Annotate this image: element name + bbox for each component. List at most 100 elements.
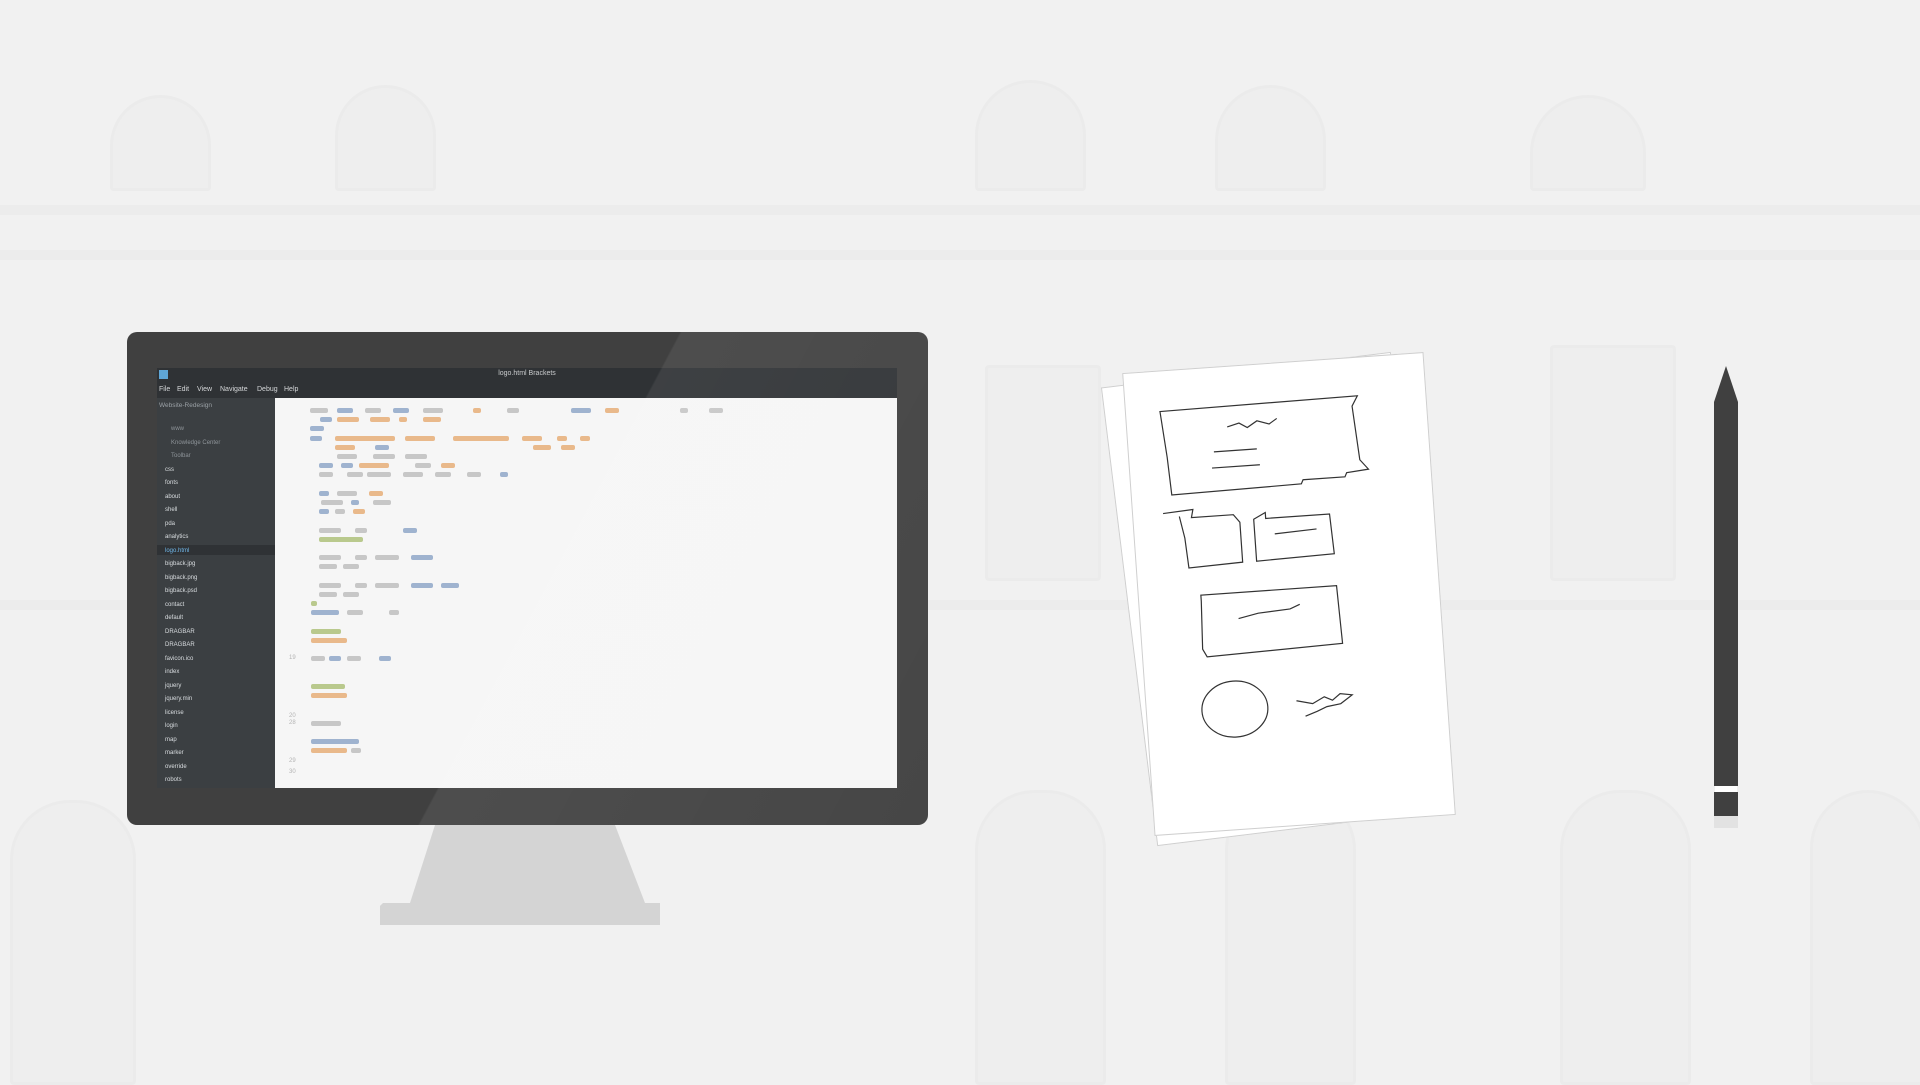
code-token	[311, 601, 317, 607]
file-tree-item[interactable]: pda	[165, 521, 175, 527]
code-token	[375, 444, 389, 450]
code-token	[403, 472, 423, 478]
window-title: logo.html Brackets	[498, 370, 556, 377]
project-title[interactable]: Website-Redesign	[159, 402, 212, 409]
code-token	[311, 638, 347, 643]
code-token	[435, 472, 451, 478]
code-token	[319, 490, 329, 496]
code-token	[311, 628, 341, 634]
code-token	[441, 463, 455, 469]
code-token	[605, 408, 619, 413]
file-tree-item[interactable]: jquery	[165, 683, 181, 689]
line-number: 28	[289, 720, 296, 726]
code-token	[373, 500, 391, 505]
code-token	[310, 426, 324, 432]
code-token	[335, 435, 395, 441]
code-token	[335, 444, 355, 450]
menu-edit[interactable]: Edit	[177, 386, 189, 393]
menu-debug[interactable]: Debug	[257, 386, 278, 393]
file-tree-item[interactable]: marker	[165, 750, 184, 756]
line-number: 20	[289, 713, 296, 719]
code-token	[415, 463, 431, 469]
code-token	[405, 454, 427, 459]
code-token	[319, 527, 341, 533]
file-tree-item[interactable]: default	[165, 615, 183, 621]
file-tree-item[interactable]: override	[165, 764, 187, 770]
code-token	[351, 500, 359, 505]
code-token	[571, 408, 591, 413]
file-tree-item[interactable]: favicon.ico	[165, 656, 193, 662]
code-token	[423, 417, 441, 423]
code-token	[321, 500, 343, 505]
code-token	[320, 417, 332, 423]
code-token	[347, 610, 363, 616]
code-token	[522, 435, 542, 441]
code-token	[335, 509, 345, 515]
file-tree-item[interactable]: Knowledge Center	[171, 440, 220, 446]
code-token	[329, 656, 341, 662]
file-tree-item[interactable]: logo.html	[165, 548, 189, 554]
code-token	[355, 582, 367, 588]
code-token	[343, 564, 359, 570]
code-token	[351, 748, 361, 754]
code-editor-screen: logo.html Brackets File Edit View Naviga…	[157, 368, 897, 788]
file-tree-item[interactable]: DRAGBAR	[165, 642, 195, 648]
code-token	[389, 610, 399, 616]
menu-view[interactable]: View	[197, 386, 212, 393]
file-tree-item[interactable]: robots	[165, 777, 182, 783]
code-token	[403, 527, 417, 533]
code-token	[709, 408, 723, 413]
code-token	[319, 582, 341, 588]
file-tree-item[interactable]: login	[165, 723, 178, 729]
file-tree-item[interactable]: fonts	[165, 480, 178, 486]
file-tree-item[interactable]: contact	[165, 602, 184, 608]
file-tree-item[interactable]: jquery.min	[165, 696, 192, 702]
file-tree-item[interactable]: map	[165, 737, 177, 743]
code-token	[311, 720, 341, 726]
code-token	[533, 444, 551, 450]
code-token	[399, 417, 407, 423]
line-number: 30	[289, 769, 296, 775]
menu-help[interactable]: Help	[284, 386, 298, 393]
code-token	[319, 509, 329, 515]
file-tree-item[interactable]: shell	[165, 507, 177, 513]
code-token	[355, 555, 367, 561]
code-token	[411, 555, 433, 561]
file-tree-sidebar: Website-Redesign www Knowledge Center Tool…	[157, 398, 281, 788]
file-tree-item[interactable]: css	[165, 467, 174, 473]
file-tree-item[interactable]: bigback.png	[165, 575, 197, 581]
menu-file[interactable]: File	[159, 386, 170, 393]
file-tree-item[interactable]: about	[165, 494, 180, 500]
code-token	[411, 582, 433, 588]
code-token	[347, 656, 361, 662]
wireframe-sketch	[1159, 395, 1370, 738]
file-tree-item[interactable]: bigback.psd	[165, 588, 197, 594]
code-token	[500, 472, 508, 478]
file-tree-item[interactable]: analytics	[165, 534, 188, 540]
file-tree-item[interactable]: bigback.jpg	[165, 561, 195, 567]
code-token	[467, 472, 481, 478]
code-token	[375, 582, 399, 588]
code-token	[473, 408, 481, 413]
code-token	[375, 555, 399, 561]
file-tree-item[interactable]: index	[165, 669, 179, 675]
title-bar: logo.html Brackets	[157, 368, 897, 384]
code-token	[319, 592, 337, 597]
code-token	[393, 408, 409, 413]
file-tree-item[interactable]: Toolbar	[171, 453, 191, 459]
file-tree-item[interactable]: DRAGBAR	[165, 629, 195, 635]
code-token	[359, 463, 389, 469]
code-token	[337, 408, 353, 413]
file-tree-item[interactable]: license	[165, 710, 184, 716]
code-editor-pane[interactable]: 192028293040	[275, 398, 897, 788]
line-number: 19	[289, 655, 296, 661]
menu-navigate[interactable]: Navigate	[220, 386, 248, 393]
code-token	[310, 408, 328, 413]
code-token	[405, 435, 435, 441]
code-token	[370, 417, 390, 423]
code-token	[319, 472, 333, 478]
code-token	[680, 408, 688, 413]
paper-front	[1122, 352, 1456, 836]
computer-monitor: logo.html Brackets File Edit View Naviga…	[127, 332, 928, 825]
file-tree-item[interactable]: www	[171, 426, 184, 432]
